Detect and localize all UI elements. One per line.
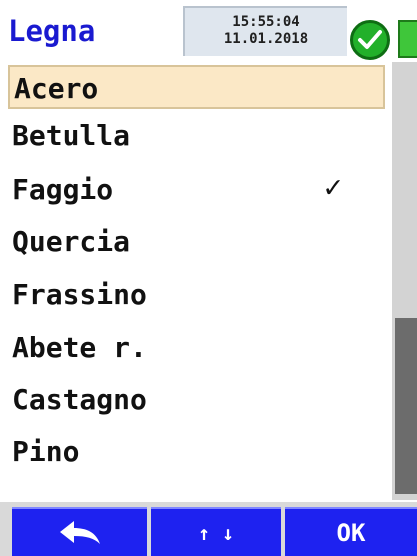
list-item-label: Frassino <box>12 278 147 311</box>
up-down-button[interactable]: ↑ ↓ <box>151 507 281 556</box>
list-item-label: Castagno <box>12 383 147 416</box>
list-item-faggio[interactable]: Faggio ✓ <box>8 168 385 212</box>
page-title: Legna <box>8 14 96 48</box>
header-bar: Legna 15:55:04 11.01.2018 <box>0 0 417 62</box>
list-item-acero[interactable]: Acero <box>8 65 385 109</box>
list-item-pino[interactable]: Pino <box>8 430 385 474</box>
wood-type-list: Acero Betulla Faggio ✓ Quercia Frassino … <box>0 62 392 500</box>
scrollbar-thumb[interactable] <box>395 318 417 494</box>
clock-panel: 15:55:04 11.01.2018 <box>183 6 347 56</box>
checkmark-icon: ✓ <box>324 170 343 205</box>
list-item-label: Faggio <box>12 173 114 206</box>
list-item-label: Quercia <box>12 225 131 258</box>
list-item-abete[interactable]: Abete r. <box>8 326 385 370</box>
list-item-label: Acero <box>14 72 99 105</box>
battery-icon <box>398 20 417 58</box>
back-button[interactable] <box>12 507 147 556</box>
list-item-label: Pino <box>12 435 80 468</box>
list-item-label: Betulla <box>12 119 131 152</box>
list-item-betulla[interactable]: Betulla <box>8 114 385 158</box>
ok-button[interactable]: OK <box>285 507 417 556</box>
back-arrow-icon <box>59 520 100 544</box>
list-item-castagno[interactable]: Castagno <box>8 378 385 422</box>
list-item-quercia[interactable]: Quercia <box>8 220 385 264</box>
check-circle-icon <box>350 20 390 60</box>
check-mark-icon <box>358 30 382 49</box>
list-item-label: Abete r. <box>12 331 147 364</box>
list-item-frassino[interactable]: Frassino <box>8 273 385 317</box>
clock-time: 15:55:04 <box>232 14 300 30</box>
clock-date: 11.01.2018 <box>223 31 309 47</box>
